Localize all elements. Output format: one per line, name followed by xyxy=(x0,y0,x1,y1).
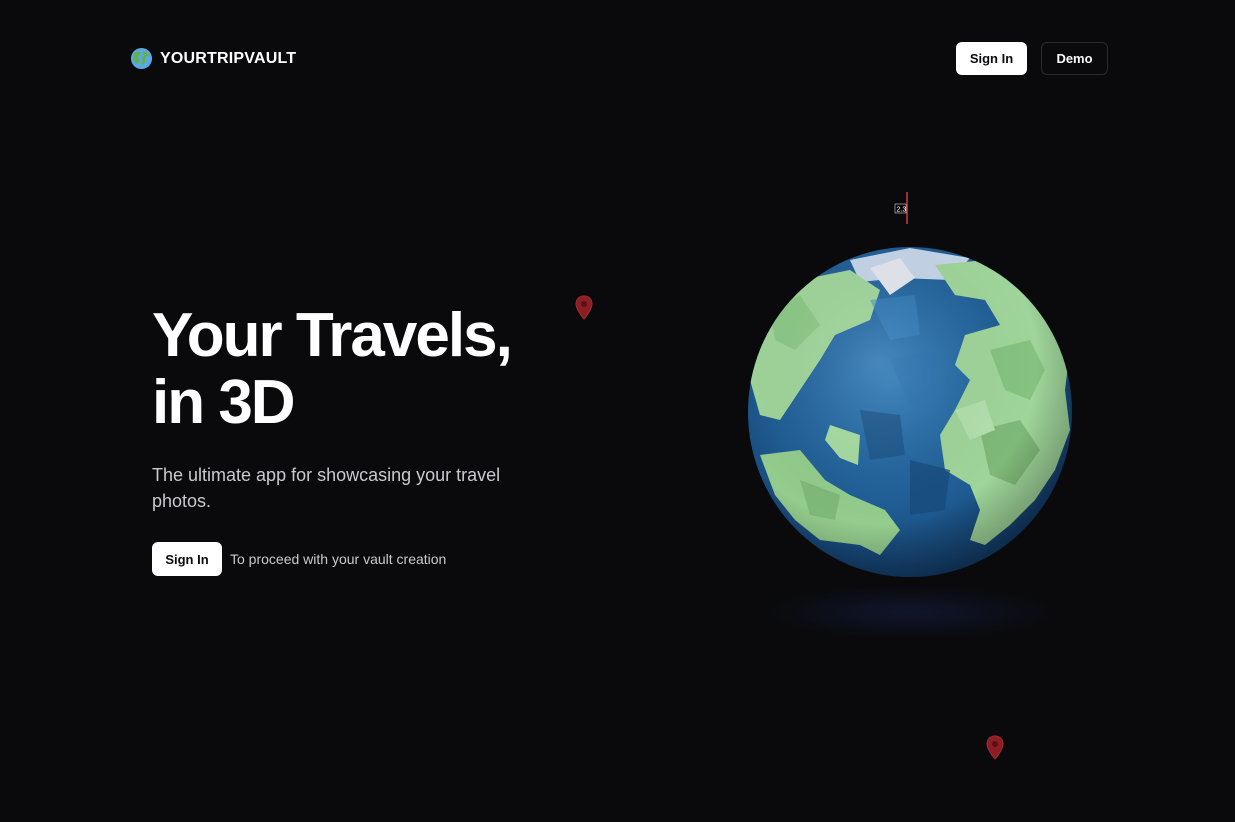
hero-title-line-2: in 3D xyxy=(152,368,296,437)
header-sign-in-button[interactable]: Sign In xyxy=(956,42,1027,75)
hero-title: Your Travels, in 3D xyxy=(152,301,513,437)
3d-globe[interactable] xyxy=(740,240,1080,585)
globe-shadow xyxy=(760,585,1060,640)
flag-label: 2.3 xyxy=(897,207,907,214)
map-pin-icon[interactable] xyxy=(574,295,594,321)
hero-sign-in-button[interactable]: Sign In xyxy=(152,542,222,576)
map-pin-icon[interactable] xyxy=(985,735,1005,761)
cta-row: Sign In To proceed with your vault creat… xyxy=(152,542,446,576)
brand-name: YOURTRIPVAULT xyxy=(160,49,297,67)
demo-button[interactable]: Demo xyxy=(1041,42,1108,75)
flag-marker-icon[interactable]: 2.3 xyxy=(893,190,913,226)
globe-americas-icon xyxy=(130,47,153,70)
hero-subtitle: The ultimate app for showcasing your tra… xyxy=(152,465,501,511)
brand-logo[interactable]: YOURTRIPVAULT xyxy=(130,47,296,70)
hero-title-line-1: Your Travels, xyxy=(152,301,513,370)
cta-note: To proceed with your vault creation xyxy=(230,551,447,567)
landing-page: YOURTRIPVAULT Sign In Demo Your Travels,… xyxy=(0,0,1235,822)
